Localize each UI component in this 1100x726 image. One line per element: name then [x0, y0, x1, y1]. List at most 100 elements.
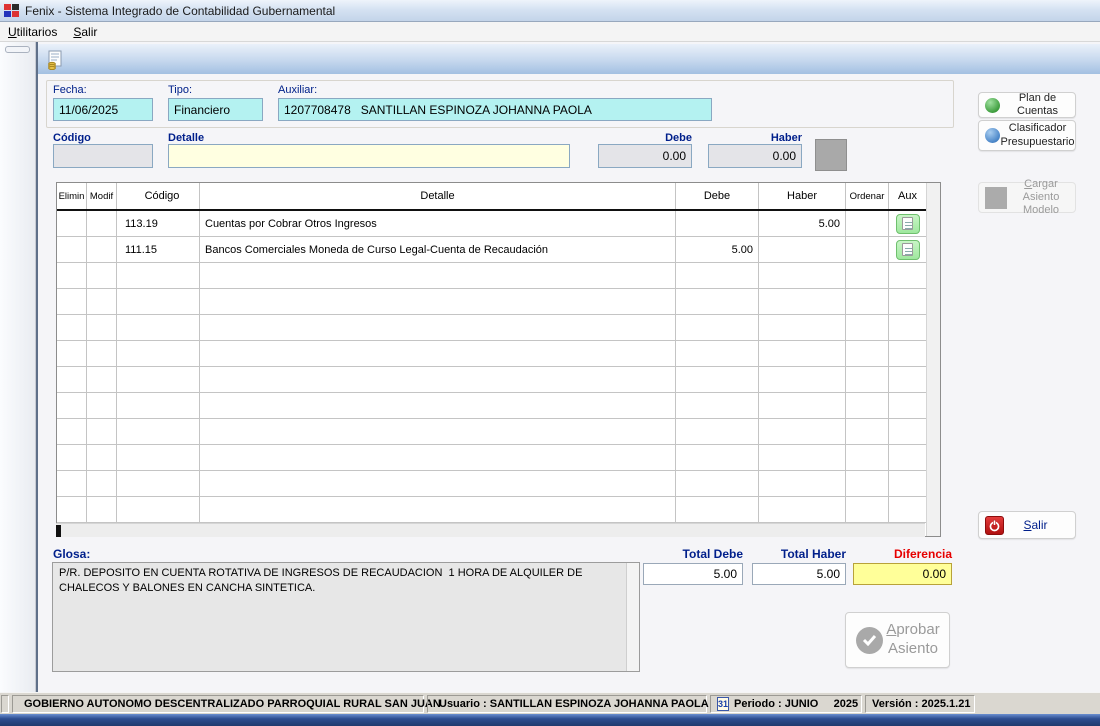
- cell-aux: [889, 367, 926, 392]
- cell-detalle: [200, 263, 676, 288]
- cell-aux[interactable]: [889, 211, 926, 236]
- cell-modif: [87, 445, 117, 470]
- tipo-field[interactable]: Financiero: [168, 98, 263, 121]
- cell-modif: [87, 393, 117, 418]
- cell-aux[interactable]: [889, 237, 926, 262]
- cell-modif[interactable]: [87, 237, 117, 262]
- menu-salir[interactable]: Salir: [65, 23, 105, 41]
- cell-ordenar[interactable]: [846, 237, 889, 262]
- cell-codigo: [117, 263, 200, 288]
- cell-ordenar: [846, 497, 889, 522]
- cell-modif: [87, 497, 117, 522]
- cell-aux: [889, 471, 926, 496]
- cargar-mnemonic: C: [1024, 178, 1032, 190]
- cell-detalle: [200, 445, 676, 470]
- cell-ordenar: [846, 289, 889, 314]
- cell-haber: [759, 289, 846, 314]
- notepad-icon: [902, 217, 913, 230]
- cell-debe: [676, 497, 759, 522]
- cell-codigo: [117, 419, 200, 444]
- debe-input[interactable]: 0.00: [598, 144, 692, 168]
- cell-haber[interactable]: [759, 237, 846, 262]
- cargar-line2: Modelo: [1023, 204, 1059, 216]
- table-row[interactable]: [57, 341, 926, 367]
- status-periodo: 31 Periodo : JUNIO 2025: [710, 695, 862, 713]
- cell-elimin: [57, 289, 87, 314]
- fecha-field[interactable]: 11/06/2025: [53, 98, 153, 121]
- cell-elimin: [57, 315, 87, 340]
- salir-button[interactable]: Salir: [978, 511, 1076, 539]
- table-horizontal-scrollbar[interactable]: [56, 523, 925, 537]
- cell-elimin[interactable]: [57, 237, 87, 262]
- menu-utilitarios[interactable]: Utilitarios: [0, 23, 65, 41]
- cell-elimin[interactable]: [57, 211, 87, 236]
- cell-ordenar: [846, 341, 889, 366]
- table-vertical-scrollbar[interactable]: [926, 183, 940, 536]
- taskbar-strip: [0, 714, 1100, 726]
- table-row[interactable]: [57, 315, 926, 341]
- cell-haber[interactable]: 5.00: [759, 211, 846, 236]
- cell-aux: [889, 263, 926, 288]
- cell-debe[interactable]: [676, 211, 759, 236]
- document-coins-icon[interactable]: [46, 50, 66, 70]
- glosa-scrollbar[interactable]: [626, 563, 639, 671]
- cell-elimin: [57, 341, 87, 366]
- app-icon: [4, 4, 19, 17]
- cell-debe: [676, 419, 759, 444]
- debe-label: Debe: [598, 132, 692, 144]
- table-row[interactable]: [57, 367, 926, 393]
- cell-ordenar: [846, 419, 889, 444]
- cargar-asiento-modelo-button[interactable]: Cargar AsientoModelo: [978, 182, 1076, 213]
- menu-salir-rest: alir: [81, 25, 97, 39]
- aprobar-mnemonic: A: [886, 621, 896, 638]
- table-row[interactable]: [57, 419, 926, 445]
- auxiliar-field[interactable]: 1207708478 SANTILLAN ESPINOZA JOHANNA PA…: [278, 98, 712, 121]
- table-row[interactable]: [57, 263, 926, 289]
- cell-ordenar[interactable]: [846, 211, 889, 236]
- plan-de-cuentas-button[interactable]: Plan de Cuentas: [978, 92, 1076, 118]
- aux-detail-button[interactable]: [896, 214, 920, 234]
- dock-grip[interactable]: [5, 46, 30, 53]
- entries-table-body: 113.19Cuentas por Cobrar Otros Ingresos5…: [57, 211, 926, 523]
- cell-debe: [676, 263, 759, 288]
- add-entry-button[interactable]: [815, 139, 847, 171]
- cell-codigo: [117, 445, 200, 470]
- clasificador-label: ClasificadorPresupuestario: [1000, 122, 1075, 148]
- aprobar-asiento-button[interactable]: AprobarAsiento: [845, 612, 950, 668]
- table-row[interactable]: [57, 289, 926, 315]
- check-icon: [856, 627, 883, 654]
- table-row[interactable]: [57, 445, 926, 471]
- cell-elimin: [57, 367, 87, 392]
- total-debe-label: Total Debe: [643, 547, 743, 561]
- cell-detalle[interactable]: Cuentas por Cobrar Otros Ingresos: [200, 211, 676, 236]
- cell-codigo: [117, 367, 200, 392]
- table-row[interactable]: 113.19Cuentas por Cobrar Otros Ingresos 5…: [57, 211, 926, 237]
- table-row[interactable]: [57, 497, 926, 523]
- status-spacer: [1, 695, 9, 713]
- scrollbar-thumb[interactable]: [56, 525, 61, 537]
- detalle-input[interactable]: [168, 144, 570, 168]
- cell-debe[interactable]: 5.00: [676, 237, 759, 262]
- status-usuario-text: Usuario : SANTILLAN ESPINOZA JOHANNA PAO…: [439, 698, 709, 710]
- table-row[interactable]: [57, 471, 926, 497]
- glosa-textarea[interactable]: P/R. DEPOSITO EN CUENTA ROTATIVA DE INGR…: [52, 562, 640, 672]
- haber-input[interactable]: 0.00: [708, 144, 802, 168]
- clasificador-line2: Presupuestario: [1001, 136, 1075, 148]
- clasificador-presupuestario-button[interactable]: ClasificadorPresupuestario: [978, 120, 1076, 151]
- cell-modif: [87, 263, 117, 288]
- table-row[interactable]: 111.15Bancos Comerciales Moneda de Curso…: [57, 237, 926, 263]
- cell-modif[interactable]: [87, 211, 117, 236]
- aux-detail-button[interactable]: [896, 240, 920, 260]
- gray-square-icon: [985, 187, 1007, 209]
- cell-codigo[interactable]: 111.15: [117, 237, 200, 262]
- cell-detalle[interactable]: Bancos Comerciales Moneda de Curso Legal…: [200, 237, 676, 262]
- plan-de-cuentas-label: Plan de Cuentas: [1000, 92, 1075, 118]
- cell-codigo[interactable]: 113.19: [117, 211, 200, 236]
- codigo-input[interactable]: [53, 144, 153, 168]
- table-row[interactable]: [57, 393, 926, 419]
- cell-debe: [676, 289, 759, 314]
- window-title: Fenix - Sistema Integrado de Contabilida…: [25, 4, 335, 18]
- entries-table-header: EliminModifCódigoDetalleDebeHaberOrdenar…: [57, 183, 926, 211]
- glosa-label: Glosa:: [53, 547, 90, 561]
- status-entity-text: GOBIERNO AUTONOMO DESCENTRALIZADO PARROQ…: [24, 698, 441, 710]
